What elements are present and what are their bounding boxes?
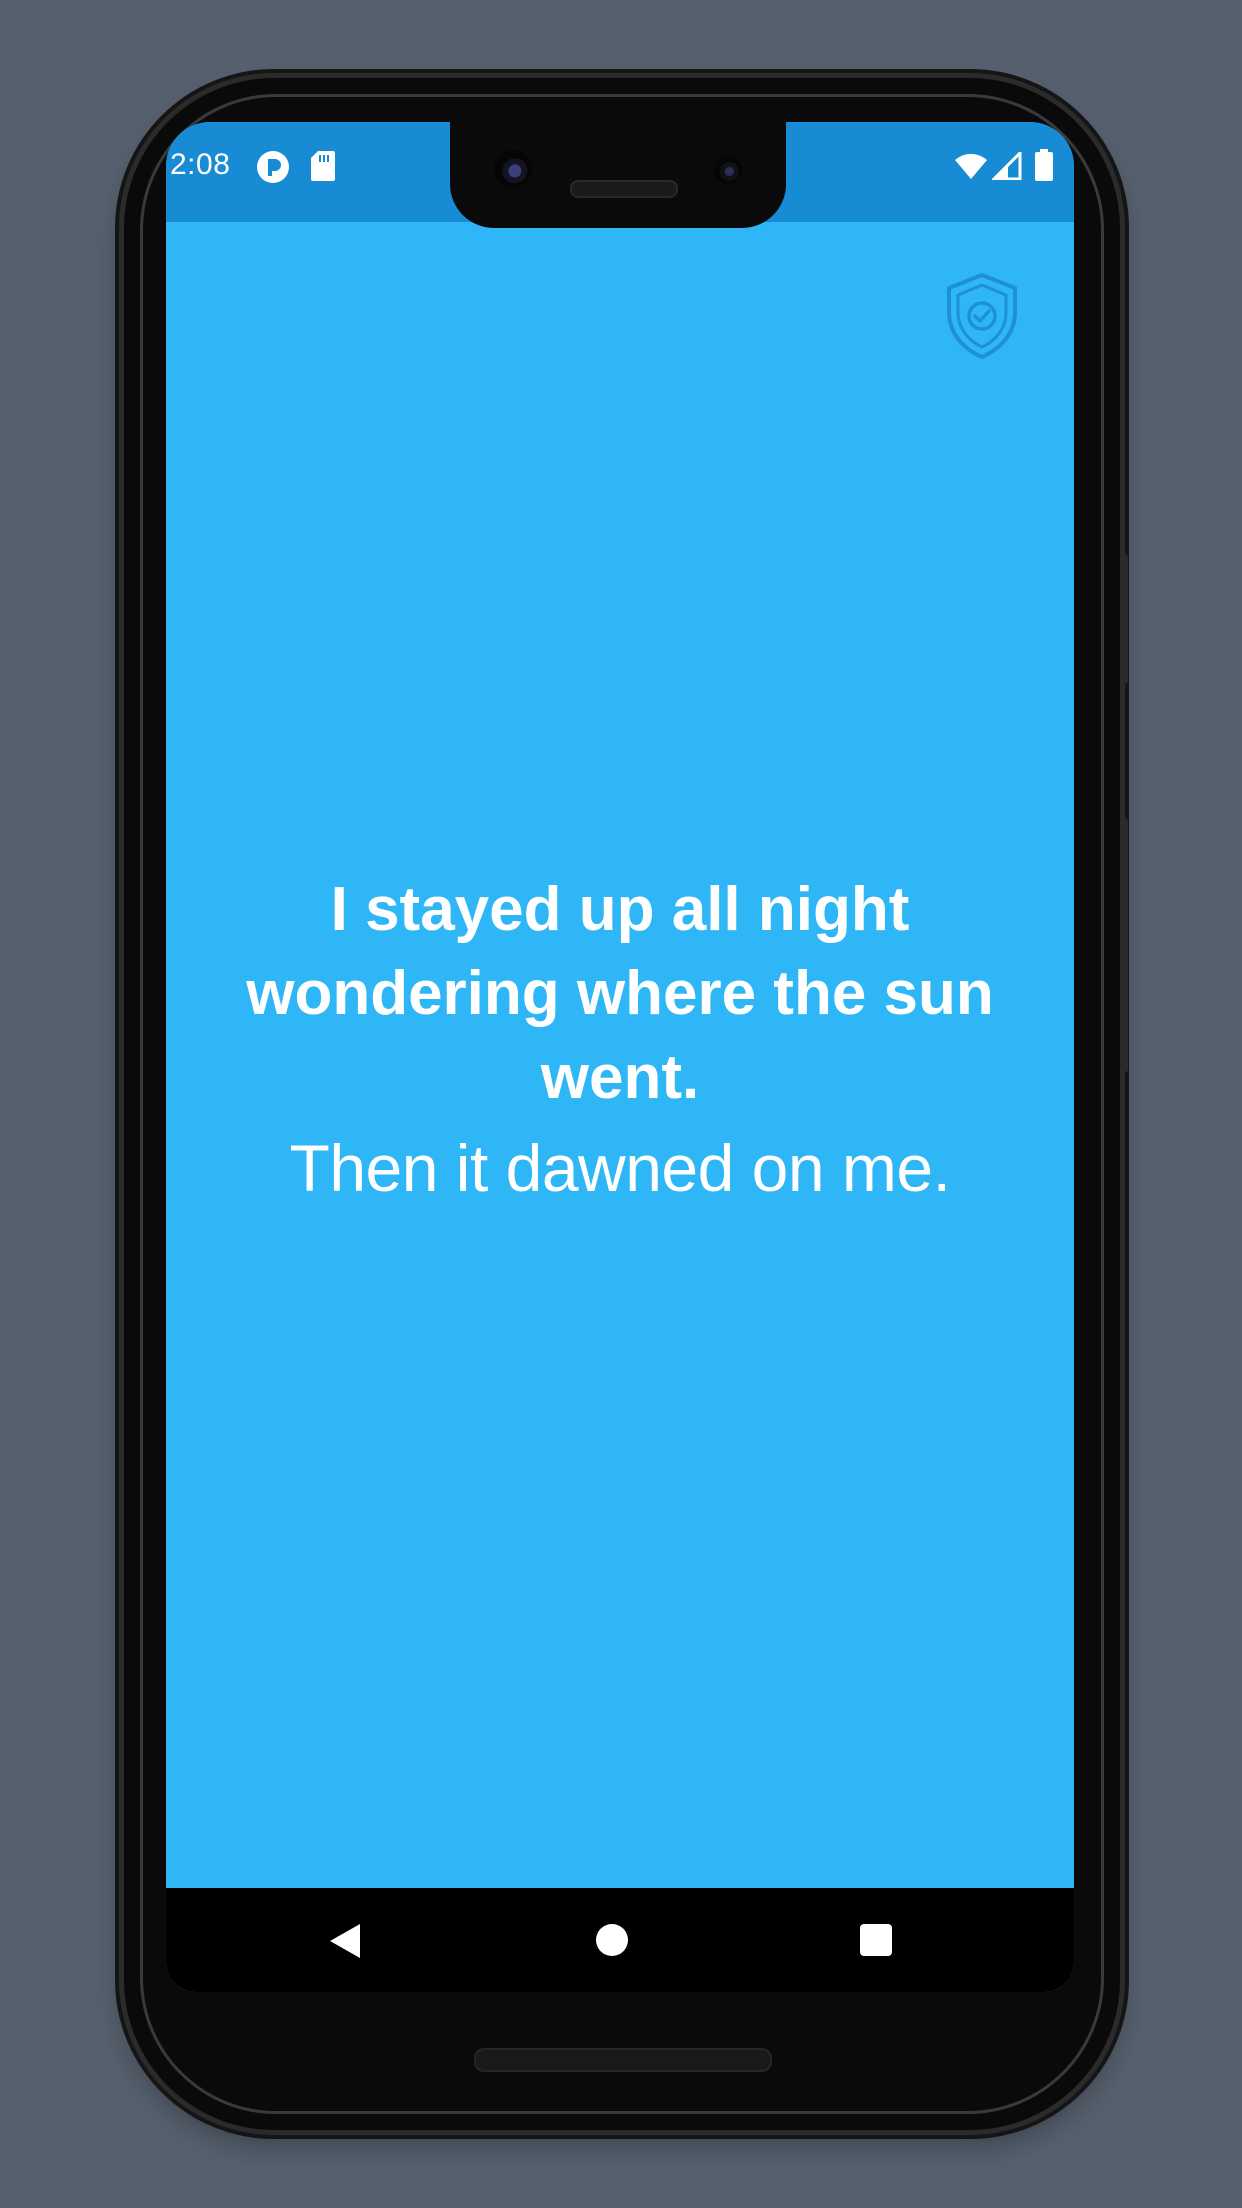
recents-icon[interactable] bbox=[860, 1924, 892, 1956]
shield-check-icon[interactable] bbox=[944, 272, 1020, 360]
display-notch bbox=[450, 122, 786, 228]
earpiece-speaker bbox=[570, 180, 678, 198]
chin-speaker bbox=[474, 2048, 772, 2072]
front-camera bbox=[494, 150, 532, 188]
status-time: 2:08 bbox=[170, 148, 231, 181]
front-sensor bbox=[714, 156, 742, 184]
joke-setup: I stayed up all night wondering where th… bbox=[246, 875, 994, 1112]
volume-button bbox=[1120, 818, 1128, 1073]
home-icon[interactable] bbox=[596, 1924, 628, 1956]
cell-signal-icon bbox=[992, 152, 1022, 180]
battery-icon bbox=[1035, 149, 1053, 181]
sd-card-icon bbox=[311, 151, 335, 181]
phone-frame: 2:08 I stayed up all night wondering whe… bbox=[124, 78, 1128, 2130]
power-button bbox=[1120, 554, 1128, 684]
back-icon[interactable] bbox=[328, 1922, 362, 1960]
navigation-bar bbox=[166, 1888, 1074, 1992]
wifi-icon bbox=[955, 153, 987, 179]
app-notification-icon bbox=[257, 151, 289, 183]
screen: 2:08 I stayed up all night wondering whe… bbox=[166, 122, 1074, 1992]
joke-punchline: Then it dawned on me. bbox=[289, 1131, 951, 1205]
